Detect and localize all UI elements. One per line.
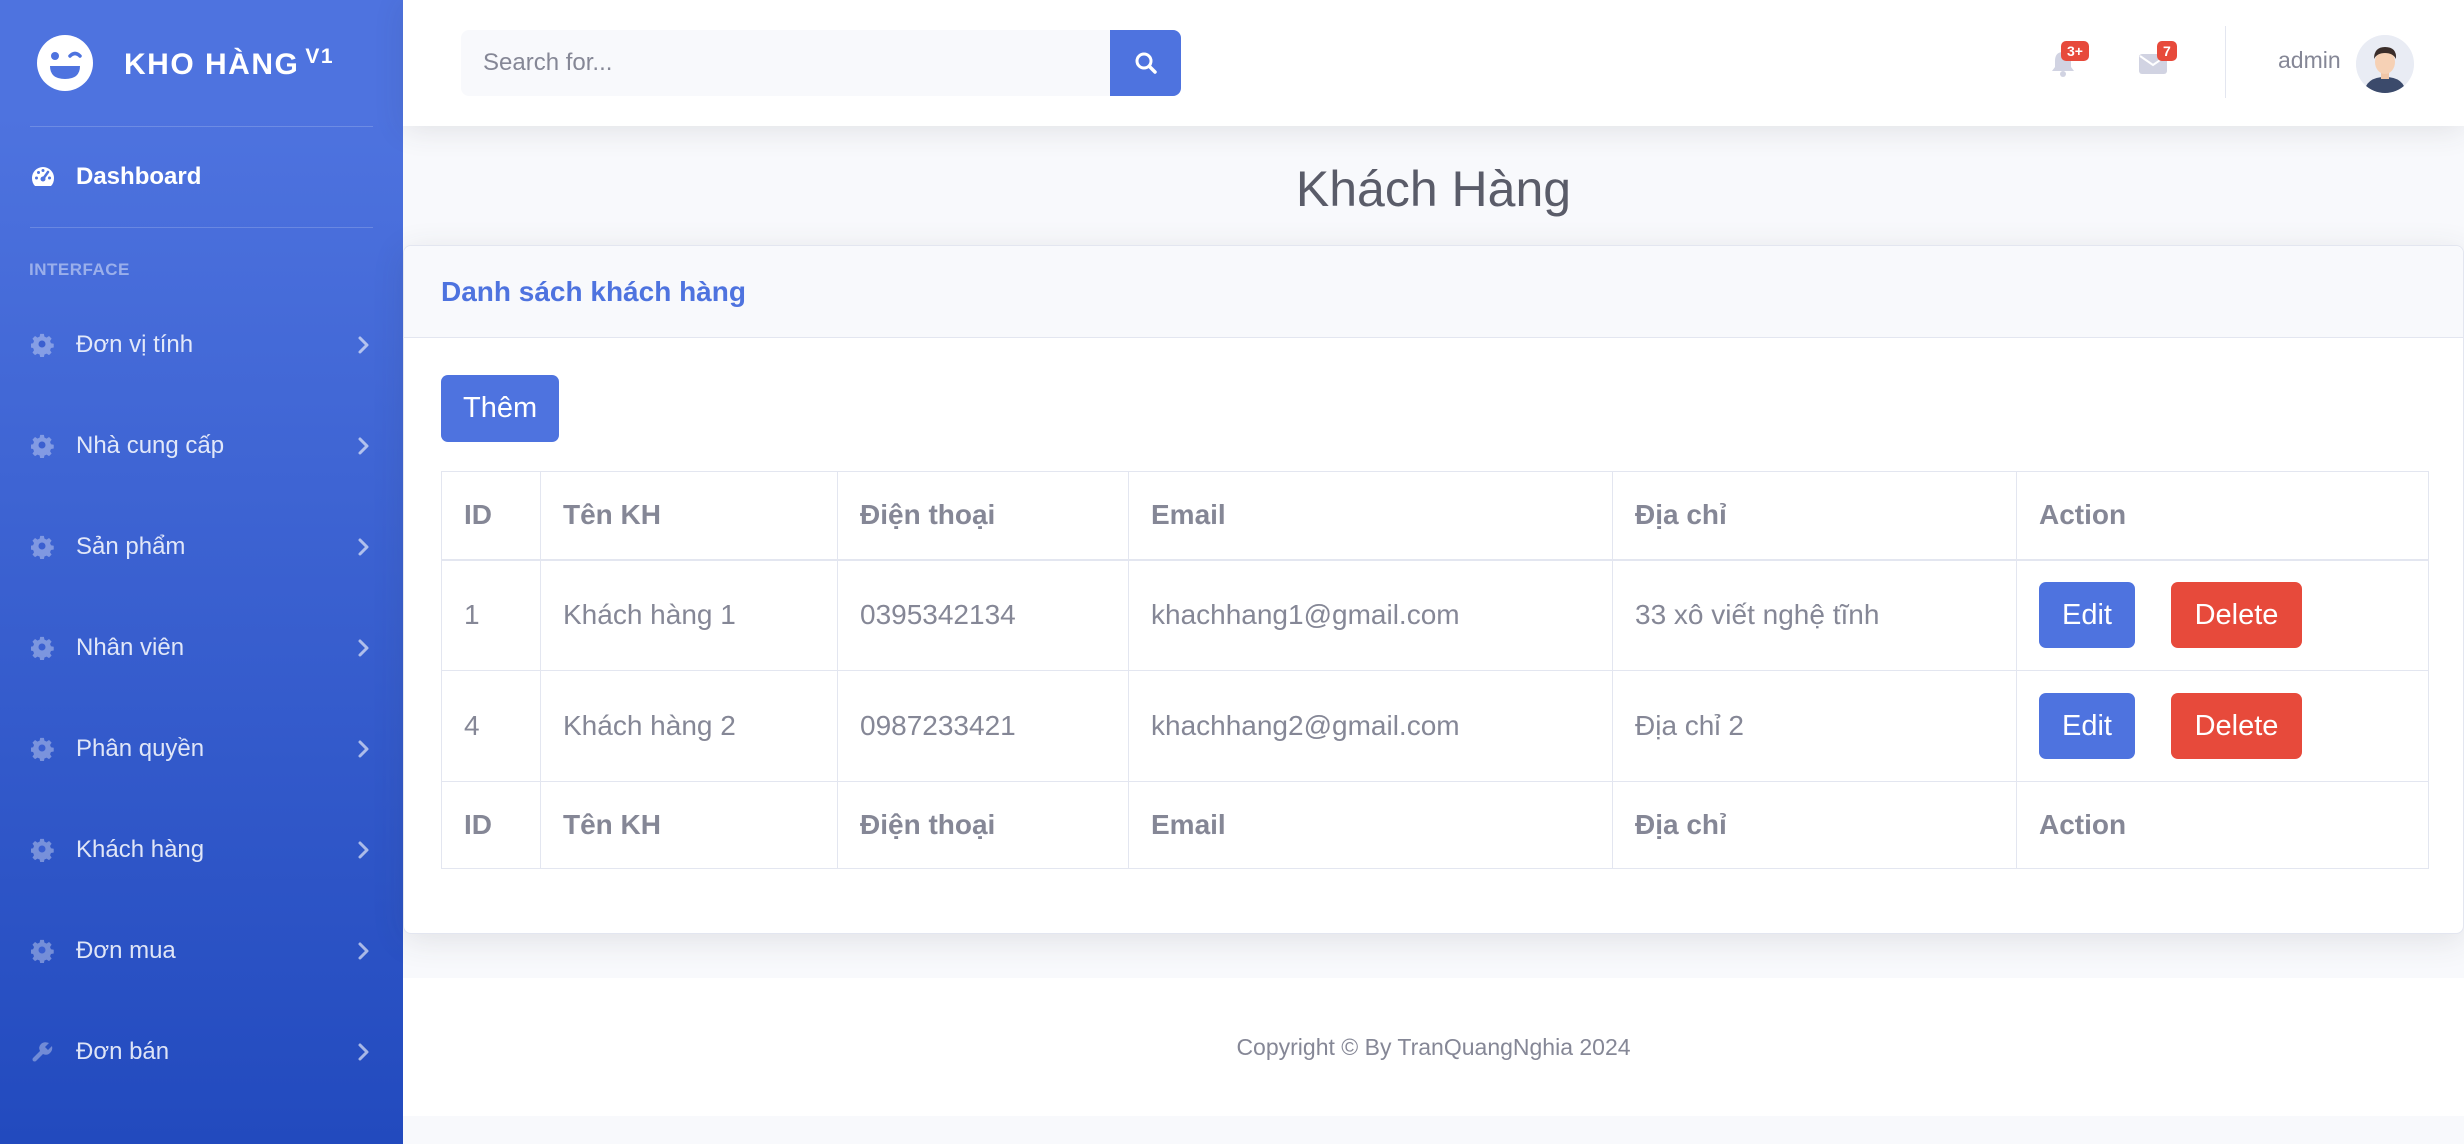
cell-name: Khách hàng 2 [540,670,838,782]
cell-email: khachhang2@gmail.com [1128,670,1613,782]
sidebar-item-don-mua[interactable]: Đơn mua [0,900,403,1001]
sidebar-item-label: Dashboard [76,163,202,190]
delete-button[interactable]: Delete [2171,582,2302,649]
sidebar-item-san-pham[interactable]: Sản phẩm [0,496,403,597]
cell-action: Edit Delete [2016,559,2429,671]
wrench-icon [30,1039,56,1065]
user-name[interactable]: admin [2278,47,2341,74]
cell-address: Địa chỉ 2 [1612,670,2017,782]
cog-icon [30,837,56,863]
table-footer-row: ID Tên KH Điện thoại Email Địa chỉ Actio… [441,781,2429,869]
cell-phone: 0987233421 [837,670,1129,782]
sidebar-item-dashboard[interactable]: Dashboard [0,127,403,227]
sidebar-item-khach-hang[interactable]: Khách hàng [0,799,403,900]
column-header-action[interactable]: Action [2016,471,2429,561]
tachometer-icon [30,164,56,190]
add-customer-button[interactable]: Thêm [441,375,560,442]
cell-address: 33 xô viết nghệ tĩnh [1612,559,2017,671]
sidebar-item-nha-cung-cap[interactable]: Nhà cung cấp [0,395,403,496]
sidebar: KHO HÀNG V1 Dashboard INTERFACE Đơn vị tí… [0,0,403,1144]
sidebar-item-phan-quyen[interactable]: Phân quyền [0,698,403,799]
column-header-phone[interactable]: Điện thoại [837,471,1129,561]
alerts-counter-badge: 3+ [2061,41,2089,61]
footer: Copyright © By TranQuangNghia 2024 [403,978,2464,1116]
topbar: 3+ 7 admin [403,0,2464,126]
chevron-right-icon [357,537,371,557]
sidebar-heading: INTERFACE [29,260,130,279]
column-footer-id: ID [441,781,541,869]
laugh-wink-icon [36,34,94,92]
chevron-right-icon [357,638,371,658]
column-footer-action: Action [2016,781,2429,869]
cog-icon [30,635,56,661]
cog-icon [30,938,56,964]
column-footer-phone: Điện thoại [837,781,1129,869]
cog-icon [30,433,56,459]
edit-button[interactable]: Edit [2039,693,2135,759]
brand-version: V1 [305,44,335,68]
cell-id: 1 [441,559,541,671]
sidebar-item-label: Nhà cung cấp [76,431,225,459]
chevron-right-icon [357,941,371,961]
column-header-address[interactable]: Địa chỉ [1612,471,2017,561]
customer-table: ID Tên KH Điện thoại Email Địa chỉ Actio… [441,471,2429,869]
sidebar-brand[interactable]: KHO HÀNG V1 [0,0,403,126]
chevron-right-icon [357,436,371,456]
messages-counter-badge: 7 [2157,41,2177,61]
column-header-email[interactable]: Email [1128,471,1613,561]
brand-text: KHO HÀNG V1 [124,45,334,82]
column-footer-name: Tên KH [540,781,838,869]
search-icon [1134,51,1158,75]
cell-email: khachhang1@gmail.com [1128,559,1613,671]
sidebar-item-label: Đơn mua [76,936,176,964]
sidebar-item-don-vi-tinh[interactable]: Đơn vị tính [0,294,403,395]
alerts-dropdown[interactable]: 3+ [2043,41,2089,84]
sidebar-nav-list: Đơn vị tính Nhà cung cấp Sản phẩm Nhân viên… [0,294,403,1102]
column-footer-address: Địa chỉ [1612,781,2017,869]
sidebar-item-label: Đơn bán [76,1037,170,1065]
cell-phone: 0395342134 [837,559,1129,671]
cell-action: Edit Delete [2016,670,2429,782]
sidebar-item-nhan-vien[interactable]: Nhân viên [0,597,403,698]
column-footer-email: Email [1128,781,1613,869]
delete-button[interactable]: Delete [2171,693,2302,759]
chevron-right-icon [357,1042,371,1062]
cog-icon [30,736,56,762]
table-header-row: ID Tên KH Điện thoại Email Địa chỉ Actio… [441,471,2429,561]
cell-name: Khách hàng 1 [540,559,838,671]
column-header-id[interactable]: ID [441,471,541,561]
sidebar-item-label: Đơn vị tính [76,330,194,358]
search-button[interactable] [1110,30,1181,96]
customer-list-card: Danh sách khách hàng Thêm ID Tên KH Điện… [403,245,2464,934]
page-title: Khách Hàng [1295,161,1572,217]
cell-id: 4 [441,670,541,782]
brand-name: KHO HÀNG [124,47,300,81]
chevron-right-icon [357,739,371,759]
column-header-name[interactable]: Tên KH [540,471,838,561]
table-row: 4 Khách hàng 2 0987233421 khachhang2@gmail.… [441,670,2429,782]
avatar[interactable] [2356,35,2414,93]
search-form [461,30,1181,96]
sidebar-item-label: Sản phẩm [76,532,186,560]
messages-dropdown[interactable]: 7 [2133,41,2177,84]
edit-button[interactable]: Edit [2039,582,2135,649]
card-header: Danh sách khách hàng [404,246,2463,338]
chevron-right-icon [357,335,371,355]
chevron-right-icon [357,840,371,860]
table-row: 1 Khách hàng 1 0395342134 khachhang1@gmail.… [441,559,2429,671]
sidebar-item-don-ban[interactable]: Đơn bán [0,1001,403,1102]
sidebar-item-label: Phân quyền [76,734,205,762]
copyright-text: Copyright © By TranQuangNghia 2024 [1236,1033,1631,1060]
cog-icon [30,332,56,358]
sidebar-item-label: Khách hàng [76,835,205,863]
search-input[interactable] [461,30,1110,96]
topbar-divider [2225,26,2226,98]
sidebar-item-label: Nhân viên [76,633,185,661]
cog-icon [30,534,56,560]
